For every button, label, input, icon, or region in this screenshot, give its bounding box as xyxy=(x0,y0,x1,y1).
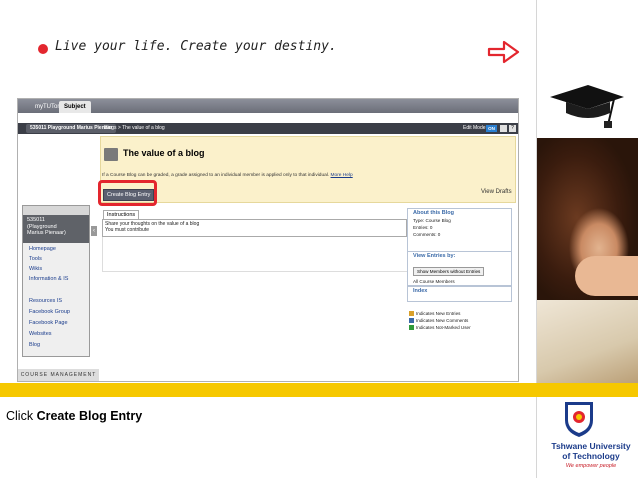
slide-caption: Click Create Blog Entry xyxy=(6,409,142,423)
entries-area xyxy=(102,237,409,272)
about-blog-panel: About this Blog Type: Course Blog Entrie… xyxy=(407,208,512,252)
bullet-dot xyxy=(38,44,48,54)
menu-item-wikis[interactable]: Wikis xyxy=(29,266,42,272)
logo-name-line1: Tshwane University xyxy=(551,441,631,451)
breadcrumb-bar: 535011 Playground Marius Pienaar Blogs >… xyxy=(18,123,518,134)
new-entries-icon xyxy=(409,311,414,317)
new-comments-icon xyxy=(409,318,414,324)
menu-item-websites[interactable]: Websites xyxy=(29,331,52,337)
graduation-cap-icon xyxy=(550,85,624,128)
blog-header-box xyxy=(100,136,516,203)
view-entries-panel: View Entries by: Show Members without En… xyxy=(407,251,512,286)
page-options-icon[interactable] xyxy=(500,125,507,132)
collapse-menu-icon[interactable]: ‹ xyxy=(91,226,97,236)
menu-course-line3: Marius Pienaar) xyxy=(27,230,66,236)
all-course-members-link[interactable]: All Course Members xyxy=(408,278,511,285)
menu-item-resources[interactable]: Resources IS xyxy=(29,298,62,304)
index-header[interactable]: Index xyxy=(408,287,511,295)
blog-icon xyxy=(104,148,118,161)
tab-subject[interactable]: Subject xyxy=(59,101,91,113)
blog-grading-note: If a Course Blog can be graded, a grade … xyxy=(102,173,353,178)
blog-type: Type: Course Blog xyxy=(413,218,451,223)
top-tab-bar: myTUTor Subject xyxy=(18,99,518,113)
highlight-box xyxy=(98,180,157,206)
lms-screenshot: myTUTor Subject 535011 Playground Marius… xyxy=(17,98,519,382)
view-drafts-link[interactable]: View Drafts xyxy=(481,189,512,195)
blog-comments-count: Comments: 0 xyxy=(413,232,441,237)
legend-new-comments: Indicates New Comments xyxy=(409,318,468,324)
caption-prefix: Click xyxy=(6,409,37,423)
index-panel: Index xyxy=(407,286,512,302)
menu-item-facebook-page[interactable]: Facebook Page xyxy=(29,320,68,326)
menu-item-blog[interactable]: Blog xyxy=(29,342,40,348)
yellow-band xyxy=(0,383,638,397)
not-marked-icon xyxy=(409,325,414,331)
menu-course-name[interactable]: 535011 (Playground Marius Pienaar) xyxy=(23,215,89,243)
view-entries-header[interactable]: View Entries by: xyxy=(408,252,511,260)
legend-not-marked: Indicates Not-Marked User xyxy=(409,325,471,331)
instructions-panel: Share your thoughts on the value of a bl… xyxy=(102,219,407,237)
tut-logo-icon xyxy=(565,402,593,437)
menu-item-homepage[interactable]: Homepage xyxy=(29,246,56,252)
more-help-link[interactable]: More Help xyxy=(331,173,353,178)
student-photo-arm xyxy=(575,256,638,296)
breadcrumb[interactable]: Blogs > The value of a blog xyxy=(104,124,165,133)
legend-new-entries: Indicates New Entries xyxy=(409,311,460,317)
caption-bold: Create Blog Entry xyxy=(36,409,143,423)
course-menu: 535011 (Playground Marius Pienaar) Homep… xyxy=(22,205,90,357)
blog-grading-note-text: If a Course Blog can be graded, a grade … xyxy=(102,173,330,178)
course-management-header[interactable]: COURSE MANAGEMENT xyxy=(18,369,99,381)
blog-entries-count: Entries: 0 xyxy=(413,225,433,230)
edit-mode-toggle[interactable]: ON xyxy=(486,125,497,132)
menu-toolbar[interactable] xyxy=(23,206,89,215)
student-photo-book xyxy=(537,300,638,386)
menu-item-information[interactable]: Information & IS xyxy=(29,276,68,282)
blog-title: The value of a blog xyxy=(123,148,205,158)
show-members-button[interactable]: Show Members without Entries xyxy=(413,267,485,276)
menu-item-facebook-group[interactable]: Facebook Group xyxy=(29,309,70,315)
arrow-right-icon xyxy=(487,40,520,64)
menu-item-tools[interactable]: Tools xyxy=(29,256,42,262)
course-pill[interactable]: 535011 Playground Marius Pienaar xyxy=(26,124,117,133)
help-icon[interactable]: ? xyxy=(509,125,516,132)
logo-slogan: We empower people xyxy=(565,463,617,469)
instructions-line: You must contribute xyxy=(105,227,150,233)
logo-name-line2: of Technology xyxy=(562,451,620,461)
about-blog-header[interactable]: About this Blog xyxy=(408,209,511,217)
slide-tagline: Live your life. Create your destiny. xyxy=(55,39,337,54)
